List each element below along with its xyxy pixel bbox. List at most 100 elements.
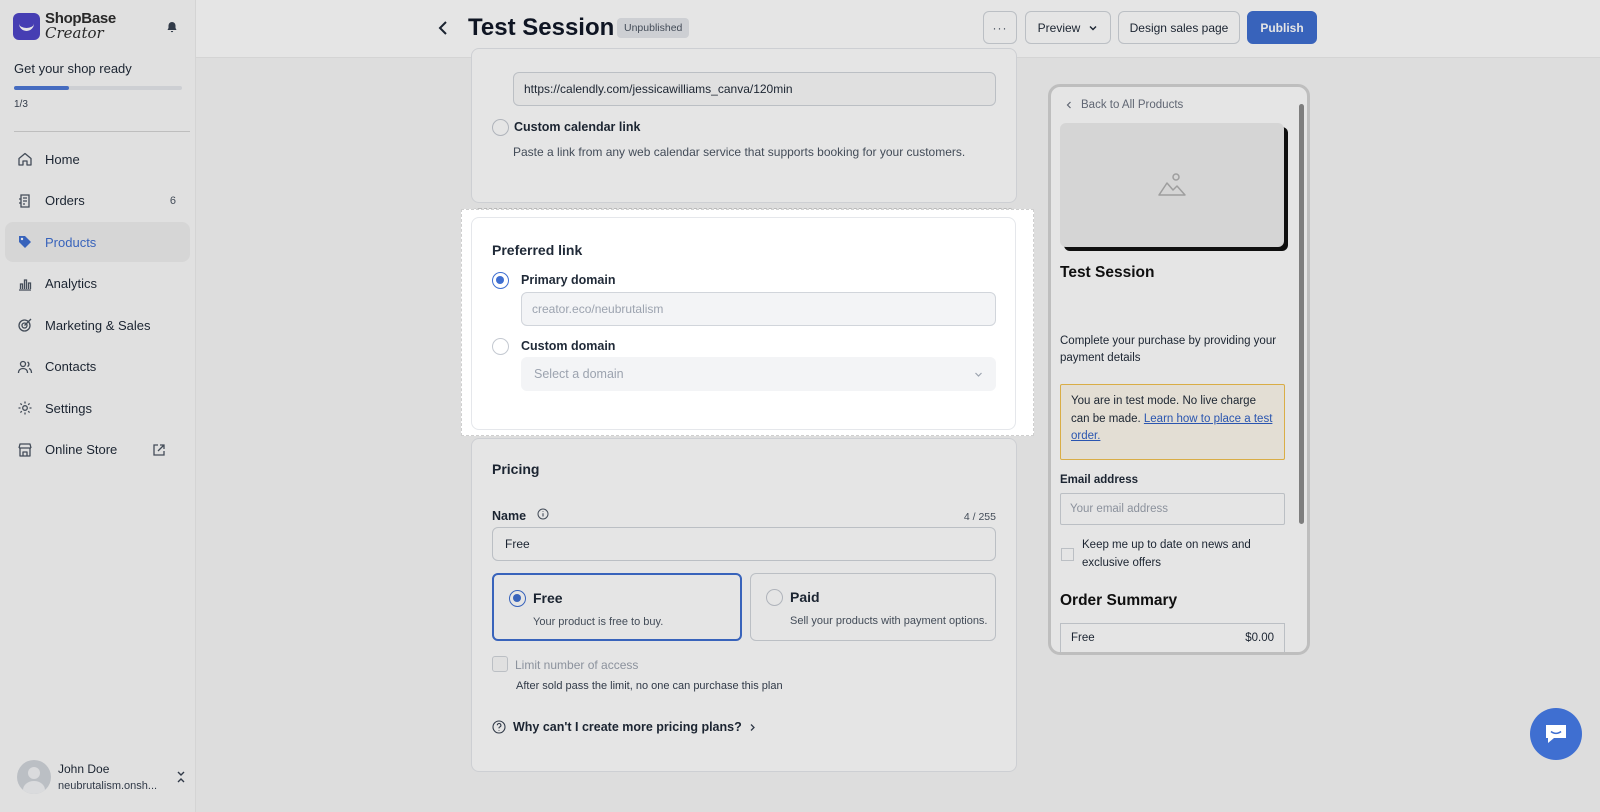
product-image-placeholder bbox=[1060, 123, 1284, 247]
pricing-card: Pricing Name 4 / 255 Free Free Your prod… bbox=[471, 438, 1017, 772]
bar-chart-icon bbox=[19, 278, 32, 291]
newsletter-label: Keep me up to date on news and exclusive… bbox=[1082, 539, 1251, 569]
user-store: neubrutalism.onsh... bbox=[58, 780, 158, 792]
users-icon bbox=[17, 360, 33, 373]
onboarding-progress bbox=[14, 86, 182, 90]
custom-calendar-radio[interactable] bbox=[492, 119, 509, 136]
sidebar-item-label: Contacts bbox=[45, 359, 97, 374]
mobile-preview: Back to All Products Test Session Comple… bbox=[1048, 84, 1310, 655]
pricing-option-free[interactable]: Free Your product is free to buy. bbox=[492, 573, 742, 641]
expand-collapse-icon[interactable] bbox=[175, 770, 187, 784]
custom-calendar-hint: Paste a link from any web calendar servi… bbox=[513, 145, 966, 159]
help-icon bbox=[492, 720, 506, 734]
status-badge: Unpublished bbox=[617, 18, 690, 38]
help-link-label: Why can't I create more pricing plans? bbox=[513, 720, 742, 734]
custom-domain-select-value: Select a domain bbox=[534, 367, 624, 381]
orders-count-badge: 6 bbox=[169, 194, 176, 207]
calendly-url-input[interactable]: https://calendly.com/jessicawilliams_can… bbox=[513, 72, 996, 106]
summary-item-price: $0.00 bbox=[1245, 632, 1274, 644]
logo-icon bbox=[13, 12, 40, 40]
more-actions-button[interactable]: ··· bbox=[983, 11, 1017, 44]
pricing-plans-help-link[interactable]: Why can't I create more pricing plans? bbox=[492, 720, 757, 734]
option-desc: Sell your products with payment options. bbox=[790, 615, 988, 627]
sidebar-item-label: Home bbox=[45, 151, 80, 167]
sidebar-item-analytics[interactable]: Analytics bbox=[5, 264, 190, 304]
sidebar-item-label: Analytics bbox=[45, 276, 98, 291]
preview-product-title: Test Session bbox=[1060, 264, 1155, 281]
bell-icon[interactable] bbox=[166, 21, 178, 33]
primary-domain-input[interactable]: creator.eco/neubrutalism bbox=[521, 292, 996, 326]
custom-domain-select[interactable]: Select a domain bbox=[521, 357, 996, 391]
calendar-card: https://calendly.com/jessicawilliams_can… bbox=[471, 48, 1017, 203]
user-name: John Doe bbox=[58, 762, 110, 776]
order-summary-title: Order Summary bbox=[1060, 592, 1178, 609]
pricing-option-paid[interactable]: Paid Sell your products with payment opt… bbox=[750, 573, 996, 641]
sidebar-item-online-store[interactable]: Online Store bbox=[5, 430, 190, 470]
chevron-right-icon bbox=[750, 723, 755, 731]
option-title: Paid bbox=[790, 589, 820, 605]
free-radio[interactable] bbox=[509, 590, 526, 607]
brand-subname: Creator bbox=[45, 24, 104, 42]
summary-item-name: Free bbox=[1071, 632, 1095, 644]
brand-logo[interactable]: ShopBase Creator bbox=[13, 11, 116, 42]
gear-icon bbox=[18, 401, 32, 415]
sidebar-item-home[interactable]: Home bbox=[5, 139, 190, 179]
option-desc: Your product is free to buy. bbox=[533, 616, 664, 628]
paid-radio[interactable] bbox=[766, 589, 783, 606]
email-label: Email address bbox=[1060, 474, 1138, 486]
preview-scrollbar[interactable] bbox=[1299, 104, 1304, 524]
target-icon bbox=[18, 318, 32, 332]
info-icon[interactable] bbox=[537, 508, 549, 520]
limit-access-label: Limit number of access bbox=[515, 658, 639, 672]
chat-icon bbox=[1546, 725, 1566, 743]
chat-support-button[interactable] bbox=[1530, 708, 1582, 760]
sidebar-nav: Home Orders 6 Products Analytics Marketi… bbox=[5, 139, 190, 471]
email-input[interactable]: Your email address bbox=[1060, 493, 1285, 525]
option-title: Free bbox=[533, 590, 563, 606]
page-title: Test Session bbox=[468, 14, 615, 41]
sidebar-item-settings[interactable]: Settings bbox=[5, 388, 190, 428]
sidebar-item-marketing[interactable]: Marketing & Sales bbox=[5, 305, 190, 345]
sidebar-item-products[interactable]: Products bbox=[5, 222, 190, 262]
chevron-left-icon bbox=[1066, 101, 1071, 109]
image-icon bbox=[1158, 173, 1186, 196]
custom-calendar-label: Custom calendar link bbox=[514, 120, 641, 134]
sidebar-item-label: Online Store bbox=[45, 442, 118, 457]
sidebar-item-label: Settings bbox=[45, 400, 92, 416]
sidebar-item-contacts[interactable]: Contacts bbox=[5, 347, 190, 387]
sidebar-item-label: Products bbox=[45, 234, 97, 250]
back-chevron-icon[interactable] bbox=[436, 18, 450, 38]
price-name-input[interactable]: Free bbox=[492, 527, 996, 561]
custom-domain-label: Custom domain bbox=[521, 339, 616, 353]
design-sales-page-button[interactable]: Design sales page bbox=[1118, 11, 1240, 44]
external-link-icon[interactable] bbox=[152, 443, 166, 457]
onboarding-title[interactable]: Get your shop ready bbox=[14, 61, 132, 76]
preferred-link-highlight: Preferred link Primary domain creator.ec… bbox=[461, 209, 1034, 436]
preview-intro-text: Complete your purchase by providing your… bbox=[1060, 335, 1277, 364]
limit-access-checkbox[interactable] bbox=[492, 656, 508, 672]
limit-access-hint: After sold pass the limit, no one can pu… bbox=[516, 680, 783, 692]
orders-icon bbox=[19, 193, 30, 208]
publish-button[interactable]: Publish bbox=[1247, 11, 1317, 44]
primary-domain-label: Primary domain bbox=[521, 273, 616, 287]
preview-button-label: Preview bbox=[1037, 20, 1081, 35]
newsletter-checkbox[interactable] bbox=[1061, 548, 1074, 561]
avatar bbox=[17, 760, 51, 794]
onboarding-step: 1/3 bbox=[14, 99, 28, 110]
primary-domain-radio[interactable] bbox=[492, 272, 509, 289]
sidebar-item-label: Orders bbox=[45, 193, 85, 208]
test-mode-alert: You are in test mode. No live charge can… bbox=[1060, 384, 1285, 460]
custom-domain-radio[interactable] bbox=[492, 338, 509, 355]
chevron-down-icon bbox=[1089, 25, 1097, 30]
preview-button[interactable]: Preview bbox=[1025, 11, 1111, 44]
name-char-count: 4 / 255 bbox=[963, 511, 996, 523]
sidebar-divider bbox=[14, 131, 190, 132]
sidebar: ShopBase Creator Get your shop ready 1/3… bbox=[0, 0, 196, 812]
user-menu[interactable]: John Doe neubrutalism.onsh... bbox=[17, 760, 187, 794]
store-icon bbox=[18, 442, 32, 457]
sidebar-item-orders[interactable]: Orders 6 bbox=[5, 181, 190, 221]
chevron-down-icon bbox=[975, 372, 982, 377]
back-link-label: Back to All Products bbox=[1081, 99, 1184, 111]
sidebar-item-label: Marketing & Sales bbox=[45, 317, 151, 333]
back-to-products-link[interactable]: Back to All Products bbox=[1065, 99, 1183, 111]
